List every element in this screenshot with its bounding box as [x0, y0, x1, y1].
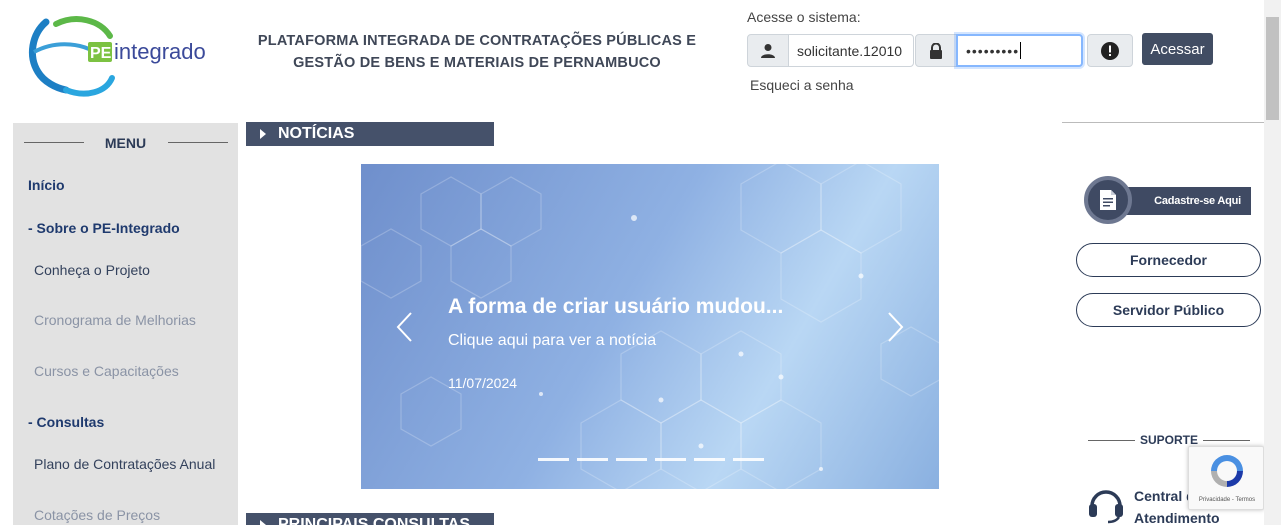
menu-item-plano-contratacoes[interactable]: Plano de Contratações Anual: [34, 456, 215, 472]
logo-prefix: PE: [90, 45, 112, 62]
carousel-prev-button[interactable]: [393, 310, 417, 344]
slide-date: 11/07/2024: [448, 375, 518, 391]
consultas-section-header: PRINCIPAIS CONSULTAS: [246, 513, 494, 525]
text-caret: [1020, 42, 1022, 59]
carousel-indicator-5[interactable]: [694, 458, 725, 461]
recaptcha-text[interactable]: Privacidade - Termos: [1189, 497, 1265, 503]
carousel-indicator-4[interactable]: [655, 458, 686, 461]
login-label: Acesse o sistema:: [747, 9, 861, 25]
hexagon-pattern: [361, 164, 939, 489]
lock-icon: [915, 34, 957, 67]
alert-icon: [1101, 41, 1119, 60]
password-value: •••••••••: [966, 42, 1020, 59]
platform-title-line2: GESTÃO DE BENS E MATERIAIS DE PERNAMBUCO: [293, 55, 661, 71]
carousel-indicators: [538, 458, 764, 461]
logo-name: integrado: [114, 39, 206, 64]
username-field[interactable]: solicitante.12010: [788, 34, 914, 67]
menu-title: MENU: [98, 135, 153, 151]
slide-title[interactable]: A forma de criar usuário mudou...: [448, 295, 783, 319]
menu-item-conheca-projeto[interactable]: Conheça o Projeto: [34, 262, 150, 278]
slide-subtitle[interactable]: Clique aqui para ver a notícia: [448, 332, 656, 350]
platform-title: PLATAFORMA INTEGRADA DE CONTRATAÇÕES PÚB…: [246, 30, 708, 74]
menu-item-sobre[interactable]: - Sobre o PE-Integrado: [28, 220, 180, 236]
username-value: solicitante.12010: [797, 42, 903, 59]
news-section-title: NOTÍCIAS: [278, 125, 355, 142]
support-title: SUPORTE: [1134, 433, 1203, 447]
menu-item-consultas[interactable]: - Consultas: [28, 414, 104, 430]
register-label: Cadastre-se Aqui: [1154, 195, 1241, 207]
user-icon: [747, 34, 789, 67]
document-icon[interactable]: [1084, 176, 1132, 224]
password-field[interactable]: •••••••••: [956, 34, 1083, 67]
right-divider: [1062, 122, 1264, 123]
chevron-left-icon: [396, 312, 412, 342]
page: PE integrado PLATAFORMA INTEGRADA DE CON…: [0, 0, 1281, 525]
menu-item-inicio[interactable]: Início: [28, 177, 65, 193]
chevron-right-icon: [888, 312, 904, 342]
login-button[interactable]: Acessar: [1142, 33, 1213, 65]
page-scrollbar[interactable]: [1264, 0, 1281, 525]
news-carousel[interactable]: A forma de criar usuário mudou... Clique…: [361, 164, 939, 489]
fornecedor-button[interactable]: Fornecedor: [1076, 243, 1261, 277]
recaptcha-icon: [1211, 455, 1243, 487]
consultas-section-title: PRINCIPAIS CONSULTAS: [278, 516, 471, 525]
carousel-indicator-2[interactable]: [577, 458, 608, 461]
carousel-next-button[interactable]: [883, 310, 907, 344]
scrollbar-thumb[interactable]: [1266, 17, 1279, 120]
carousel-indicator-6[interactable]: [733, 458, 764, 461]
platform-title-line1: PLATAFORMA INTEGRADA DE CONTRATAÇÕES PÚB…: [257, 33, 697, 49]
carousel-indicator-3[interactable]: [616, 458, 647, 461]
news-section-header: NOTÍCIAS: [246, 122, 494, 146]
headset-icon: [1086, 484, 1126, 524]
alert-button[interactable]: [1087, 34, 1133, 67]
forgot-password-link[interactable]: Esqueci a senha: [750, 77, 854, 93]
menu-item-cursos[interactable]: Cursos e Capacitações: [34, 363, 179, 379]
menu-item-cotacoes[interactable]: Cotações de Preços: [34, 507, 160, 523]
sidebar-menu: MENU Início - Sobre o PE-Integrado Conhe…: [13, 123, 238, 525]
pe-integrado-logo[interactable]: PE integrado: [26, 12, 216, 102]
menu-item-cronograma[interactable]: Cronograma de Melhorias: [34, 312, 196, 328]
caret-right-icon: [260, 129, 266, 139]
caret-right-icon: [260, 520, 266, 525]
carousel-indicator-1[interactable]: [538, 458, 569, 461]
servidor-publico-button[interactable]: Servidor Público: [1076, 293, 1261, 327]
menu-header: MENU: [13, 133, 238, 153]
recaptcha-badge[interactable]: Privacidade - Termos: [1188, 446, 1264, 510]
